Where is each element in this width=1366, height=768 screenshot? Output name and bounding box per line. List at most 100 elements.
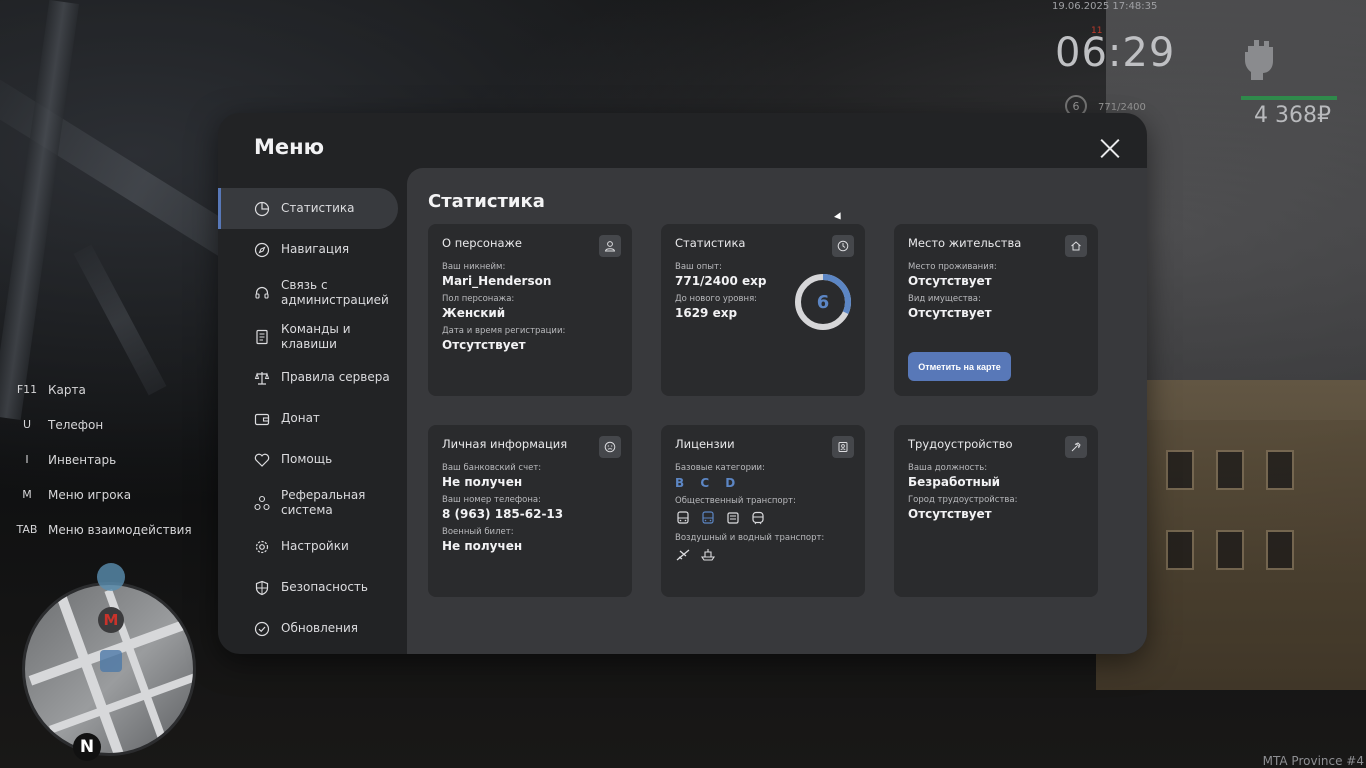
field-label: Место проживания: bbox=[908, 262, 997, 272]
military-value: Не получен bbox=[442, 539, 523, 553]
card-residence: Место жительства Место проживания: Отсут… bbox=[894, 224, 1098, 396]
air-water-transport-icons bbox=[675, 547, 851, 563]
boat-icon bbox=[700, 549, 716, 561]
sidebar-item-statistics[interactable]: Статистика bbox=[218, 188, 398, 229]
sidebar-item-referral[interactable]: Реферальная система bbox=[218, 480, 408, 526]
hotkey-key: I bbox=[25, 453, 29, 466]
license-categories: B C D bbox=[675, 476, 742, 490]
field-label: Ваш номер телефона: bbox=[442, 495, 541, 505]
hotkey-label: Меню игрока bbox=[48, 487, 132, 502]
hud-exp: 771/2400 bbox=[1098, 102, 1146, 113]
sidebar-item-label: Правила сервера bbox=[281, 370, 390, 384]
hotkey-label: Меню взаимодействия bbox=[48, 522, 192, 537]
field-label: Базовые категории: bbox=[675, 463, 765, 473]
face-icon bbox=[599, 436, 621, 458]
field-label: Пол персонажа: bbox=[442, 294, 515, 304]
property-value: Отсутствует bbox=[908, 306, 992, 320]
hotkey-phone: U Телефон bbox=[12, 407, 192, 442]
sidebar-item-commands[interactable]: Команды и клавиши bbox=[218, 316, 408, 357]
hotkey-label: Карта bbox=[48, 382, 86, 397]
sidebar-item-label: Донат bbox=[281, 411, 320, 425]
bank-value: Не получен bbox=[442, 475, 523, 489]
referral-icon bbox=[254, 495, 270, 511]
sidebar-item-label: Статистика bbox=[281, 201, 355, 215]
field-label: Воздушный и водный транспорт: bbox=[675, 533, 825, 543]
field-label: Дата и время регистрации: bbox=[442, 326, 566, 336]
mark-on-map-button[interactable]: Отметить на карте bbox=[908, 352, 1011, 381]
field-label: Ваш никнейм: bbox=[442, 262, 506, 272]
server-name: MTA Province #4 bbox=[1262, 754, 1364, 768]
sidebar-item-settings[interactable]: Настройки bbox=[218, 526, 408, 567]
registration-value: Отсутствует bbox=[442, 338, 526, 352]
card-title: Трудоустройство bbox=[908, 437, 1013, 451]
card-stats: Статистика Ваш опыт: 771/2400 exp До нов… bbox=[661, 224, 865, 396]
field-label: Город трудоустройства: bbox=[908, 495, 1018, 505]
hotkey-list: F11 Карта U Телефон I Инвентарь M Меню и… bbox=[12, 372, 192, 547]
clock-icon bbox=[832, 235, 854, 257]
menu-title: Меню bbox=[254, 135, 325, 159]
sidebar-item-label: Безопасность bbox=[281, 580, 368, 594]
check-circle-icon bbox=[254, 621, 270, 636]
hotkey-label: Инвентарь bbox=[48, 452, 117, 467]
position-value: Безработный bbox=[908, 475, 1001, 489]
gender-value: Женский bbox=[442, 306, 506, 320]
hud-money: 4 368₽ bbox=[1254, 103, 1331, 128]
metro-icon: M bbox=[98, 607, 124, 633]
minimap-blip bbox=[100, 650, 122, 672]
card-licenses: Лицензии Базовые категории: B C D Общест… bbox=[661, 425, 865, 597]
fist-icon bbox=[1245, 40, 1273, 80]
hotkey-key: U bbox=[22, 418, 32, 431]
tram-icon bbox=[727, 512, 739, 524]
bus-icon bbox=[677, 511, 689, 524]
wallet-icon bbox=[254, 413, 270, 425]
sidebar-item-label: Помощь bbox=[281, 452, 333, 466]
id-card-icon bbox=[832, 436, 854, 458]
sidebar-item-label: Навигация bbox=[281, 242, 350, 256]
card-personal: Личная информация Ваш банковский счет: Н… bbox=[428, 425, 632, 597]
gear-icon bbox=[255, 540, 269, 553]
field-label: Вид имущества: bbox=[908, 294, 981, 304]
field-label: Общественный транспорт: bbox=[675, 496, 796, 506]
field-label: Ваша должность: bbox=[908, 463, 988, 473]
hud-clock: 06:29 bbox=[1055, 30, 1176, 76]
close-button[interactable] bbox=[1099, 137, 1121, 159]
user-icon bbox=[599, 235, 621, 257]
headset-icon bbox=[255, 286, 269, 299]
menu-sidebar: Статистика Навигация Связь с администрац… bbox=[218, 188, 408, 649]
field-label: Ваш банковский счет: bbox=[442, 463, 542, 473]
sidebar-item-label: Настройки bbox=[281, 539, 349, 553]
hotkey-inventory: I Инвентарь bbox=[12, 442, 192, 477]
sidebar-item-navigation[interactable]: Навигация bbox=[218, 229, 408, 270]
hotkey-key: F11 bbox=[16, 383, 38, 396]
sidebar-item-label: Связь с администрацией bbox=[281, 278, 389, 307]
north-indicator: N bbox=[73, 733, 101, 761]
sidebar-item-rules[interactable]: Правила сервера bbox=[218, 357, 408, 398]
level-number: 6 bbox=[816, 291, 830, 313]
card-title: Место жительства bbox=[908, 236, 1022, 250]
hotkey-key: M bbox=[22, 488, 32, 501]
menu-window: Меню Статистика Навигация Связь с админи… bbox=[218, 113, 1147, 654]
hotkey-label: Телефон bbox=[48, 417, 104, 432]
card-character: О персонаже Ваш никнейм: Mari_Henderson … bbox=[428, 224, 632, 396]
health-bar bbox=[1241, 96, 1337, 100]
sidebar-item-donate[interactable]: Донат bbox=[218, 398, 408, 439]
public-transport-icons bbox=[675, 510, 851, 526]
card-title: О персонаже bbox=[442, 236, 522, 250]
sidebar-item-security[interactable]: Безопасность bbox=[218, 567, 408, 608]
train-icon bbox=[752, 511, 764, 525]
trolleybus-icon bbox=[702, 511, 714, 524]
sidebar-item-label: Команды и клавиши bbox=[281, 321, 351, 351]
sidebar-item-admin-contact[interactable]: Связь с администрацией bbox=[218, 270, 408, 316]
hammer-icon bbox=[1065, 436, 1087, 458]
background-beam bbox=[0, 0, 80, 421]
hotkey-map: F11 Карта bbox=[12, 372, 192, 407]
card-title: Лицензии bbox=[675, 437, 735, 451]
hud-datetime: 19.06.2025 17:48:35 bbox=[1052, 1, 1158, 12]
phone-value: 8 (963) 185-62-13 bbox=[442, 507, 564, 521]
card-title: Личная информация bbox=[442, 437, 568, 451]
sidebar-item-updates[interactable]: Обновления bbox=[218, 608, 408, 649]
plane-icon bbox=[676, 549, 690, 561]
hotkey-player-menu: M Меню игрока bbox=[12, 477, 192, 512]
sidebar-item-help[interactable]: Помощь bbox=[218, 439, 408, 480]
sidebar-item-label: Обновления bbox=[281, 621, 359, 635]
